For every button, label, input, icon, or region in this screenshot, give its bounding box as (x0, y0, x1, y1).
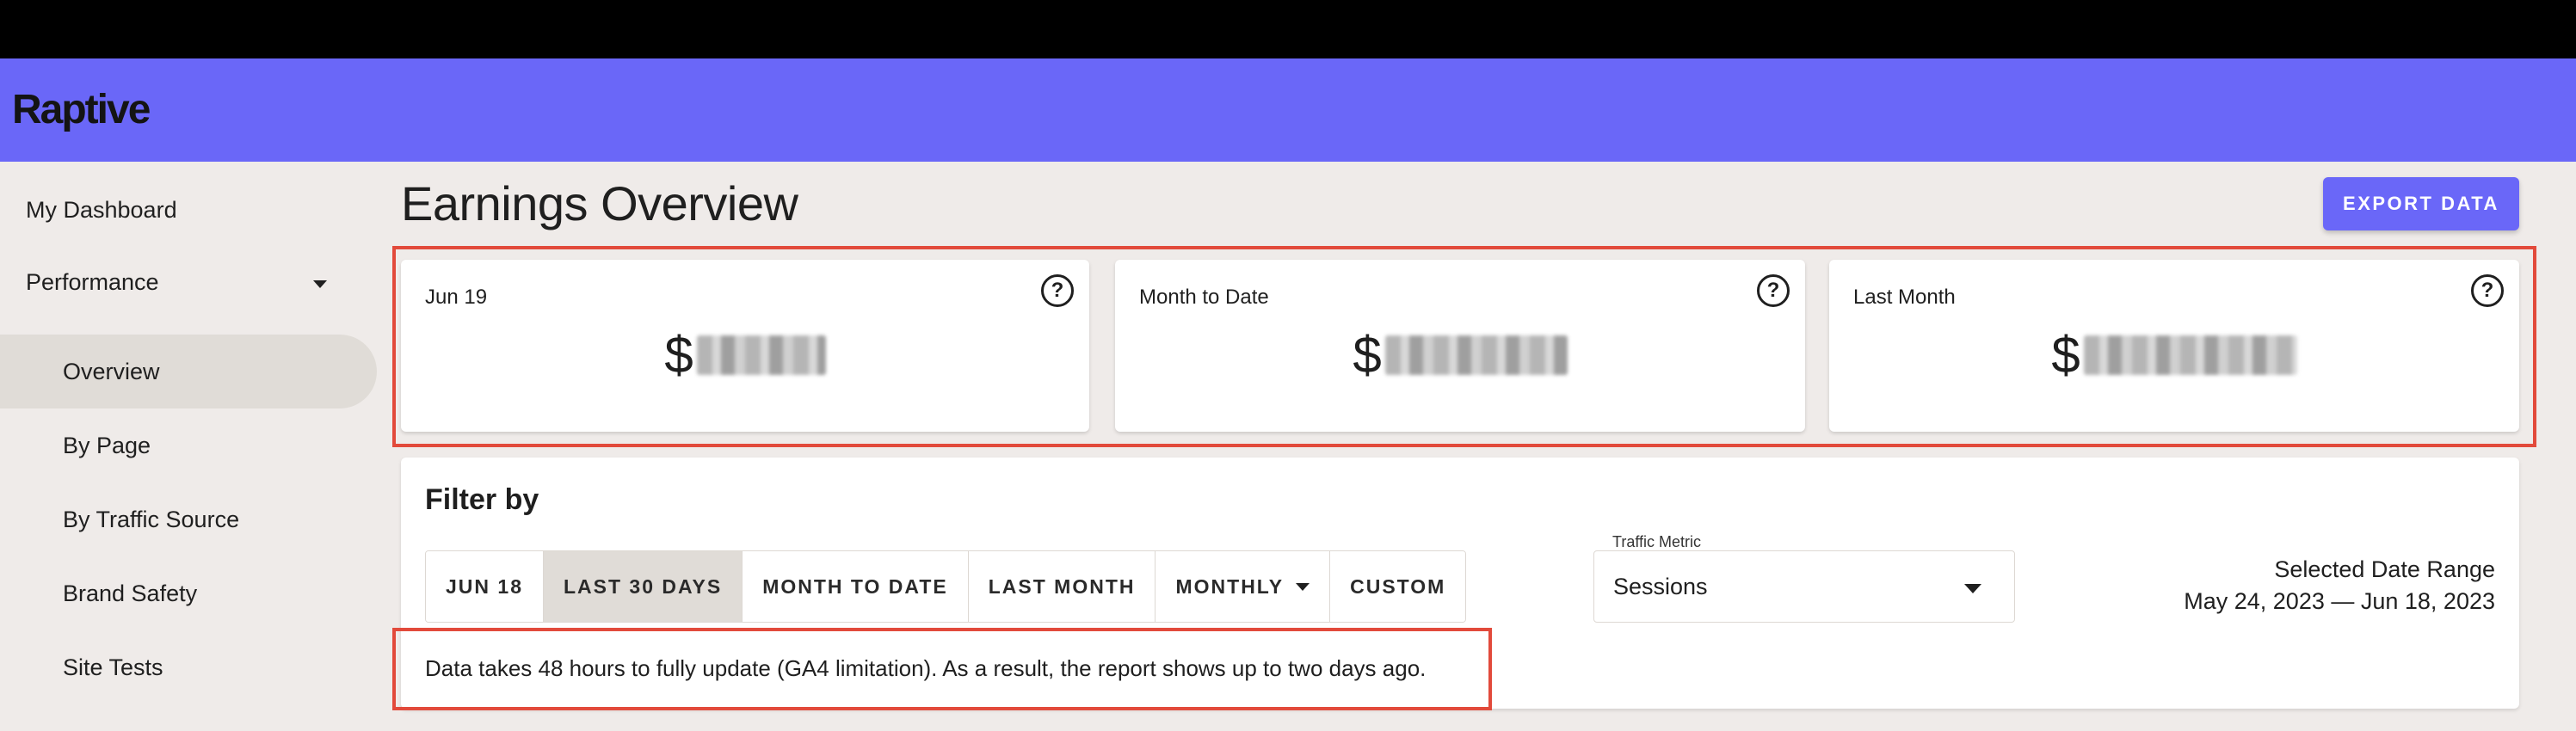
traffic-metric-value: Sessions (1613, 573, 1708, 599)
date-range-label: Selected Date Range (2274, 556, 2495, 582)
redacted-value (696, 335, 826, 375)
filter-month-to-date-button[interactable]: MONTH TO DATE (743, 551, 969, 622)
sidebar-item-site-tests[interactable]: Site Tests (63, 654, 163, 681)
card-value: $ (1829, 325, 2519, 384)
data-delay-notice: Data takes 48 hours to fully update (GA4… (425, 655, 1427, 681)
filter-jun-18-button[interactable]: JUN 18 (426, 551, 544, 622)
sidebar-item-overview[interactable]: Overview (63, 359, 160, 385)
card-value: $ (401, 325, 1089, 384)
sidebar: My Dashboard Performance Overview By Pag… (0, 162, 379, 731)
sidebar-item-performance[interactable]: Performance (26, 269, 159, 296)
sidebar-item-by-traffic-source[interactable]: By Traffic Source (63, 507, 239, 533)
chevron-down-icon (1296, 582, 1310, 591)
traffic-metric-select[interactable]: Sessions (1593, 550, 2015, 623)
app-header: Raptive (0, 58, 2576, 162)
currency-symbol: $ (2051, 326, 2080, 384)
chevron-down-icon[interactable] (313, 280, 327, 288)
help-circle-icon[interactable]: ? (2471, 274, 2504, 307)
window-top-bar (0, 0, 2576, 58)
export-data-button[interactable]: EXPORT DATA (2323, 177, 2519, 230)
help-circle-icon[interactable]: ? (1757, 274, 1790, 307)
card-label: Month to Date (1139, 286, 1269, 309)
filter-last-30-days-button[interactable]: LAST 30 DAYS (543, 551, 743, 622)
chevron-down-icon (1964, 584, 1981, 593)
redacted-value (2083, 335, 2297, 375)
filter-custom-button[interactable]: CUSTOM (1330, 551, 1466, 622)
card-label: Last Month (1853, 286, 1956, 309)
page-title: Earnings Overview (401, 176, 798, 230)
redacted-value (1384, 335, 1568, 375)
filter-last-month-button[interactable]: LAST MONTH (968, 551, 1156, 622)
earnings-card-last-month: Last Month ? $ (1829, 260, 2519, 432)
filter-title: Filter by (425, 483, 539, 516)
sidebar-item-brand-safety[interactable]: Brand Safety (63, 580, 197, 607)
earnings-card-month-to-date: Month to Date ? $ (1115, 260, 1805, 432)
card-label: Jun 19 (425, 286, 488, 309)
earnings-card-jun-19: Jun 19 ? $ (401, 260, 1089, 432)
traffic-metric-label: Traffic Metric (1612, 533, 1702, 550)
sidebar-item-by-page[interactable]: By Page (63, 433, 151, 459)
help-circle-icon[interactable]: ? (1041, 274, 1074, 307)
raptive-logo[interactable]: Raptive (12, 86, 151, 133)
date-range-value: May 24, 2023 — Jun 18, 2023 (2184, 588, 2495, 614)
sidebar-item-my-dashboard[interactable]: My Dashboard (26, 197, 177, 224)
currency-symbol: $ (1353, 326, 1382, 384)
filter-monthly-dropdown[interactable]: MONTHLY (1156, 551, 1331, 622)
currency-symbol: $ (664, 326, 693, 384)
sidebar-active-indicator (0, 335, 377, 408)
card-value: $ (1115, 325, 1805, 384)
date-filter-button-group: JUN 18 LAST 30 DAYS MONTH TO DATE LAST M… (425, 550, 1467, 623)
filter-monthly-label: MONTHLY (1175, 574, 1285, 598)
